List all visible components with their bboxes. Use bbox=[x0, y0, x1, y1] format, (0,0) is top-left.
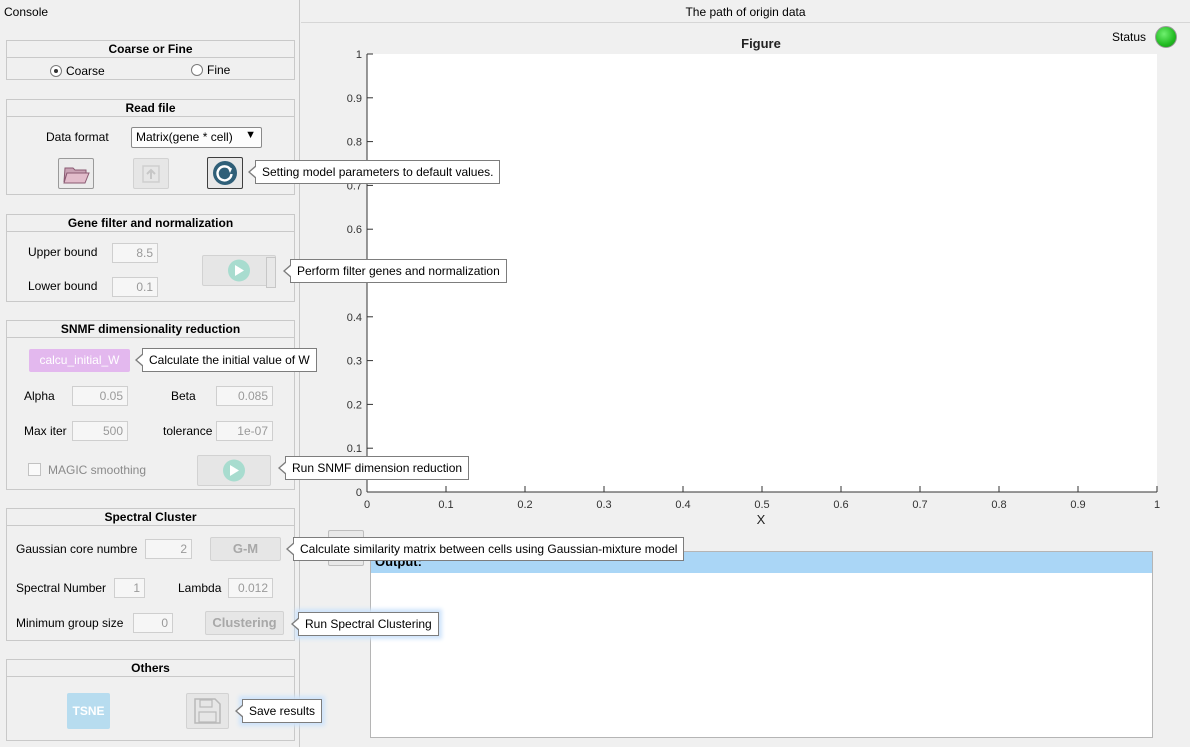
reset-defaults-tooltip: Setting model parameters to default valu… bbox=[247, 160, 501, 184]
x-tick-label: 0 bbox=[364, 499, 370, 511]
lambda-label: Lambda bbox=[178, 581, 222, 595]
gm-button[interactable]: G-M bbox=[210, 537, 281, 561]
console-title: Console bbox=[4, 5, 49, 19]
alpha-label: Alpha bbox=[24, 389, 55, 403]
gene-filter-title: Gene filter and normalization bbox=[7, 214, 294, 232]
calc-w-tooltip: Calculate the initial value of W bbox=[135, 348, 317, 372]
figure-title: Figure bbox=[741, 36, 781, 51]
spectral-number-input[interactable] bbox=[114, 578, 145, 598]
save-results-button[interactable] bbox=[186, 693, 229, 729]
spectral-cluster-group: Spectral Cluster Gaussian core numbre G-… bbox=[6, 508, 295, 641]
output-box[interactable]: Output: bbox=[370, 551, 1153, 738]
import-icon bbox=[142, 165, 160, 183]
console-panel: Console Coarse or Fine Coarse Fine Read … bbox=[0, 0, 300, 747]
max-iter-label: Max iter bbox=[24, 424, 67, 438]
x-axis-label: X bbox=[757, 512, 766, 527]
x-tick-label: 0.3 bbox=[596, 499, 611, 511]
save-results-tooltip: Save results bbox=[234, 699, 323, 723]
fine-radio[interactable] bbox=[191, 64, 203, 76]
lower-bound-label: Lower bound bbox=[28, 279, 98, 293]
coarse-fine-group: Coarse or Fine Coarse Fine bbox=[6, 40, 295, 80]
upper-bound-input[interactable] bbox=[112, 243, 158, 263]
y-tick-label: 0.3 bbox=[347, 356, 362, 368]
data-format-select[interactable]: Matrix(gene * cell) ▼ bbox=[131, 127, 262, 148]
snmf-title: SNMF dimensionality reduction bbox=[7, 320, 294, 338]
y-tick-label: 0.4 bbox=[347, 312, 362, 324]
data-format-value: Matrix(gene * cell) bbox=[136, 130, 233, 144]
magic-smoothing-checkbox[interactable] bbox=[28, 463, 41, 476]
reset-defaults-button[interactable] bbox=[207, 157, 243, 189]
y-tick-label: 0.1 bbox=[347, 443, 362, 455]
filter-button-edge bbox=[266, 257, 276, 288]
y-tick-label: 0.6 bbox=[347, 224, 362, 236]
clustering-tooltip: Run Spectral Clustering bbox=[291, 612, 439, 636]
run-filter-button[interactable] bbox=[202, 255, 276, 286]
max-iter-input[interactable] bbox=[72, 421, 128, 441]
spectral-cluster-title: Spectral Cluster bbox=[7, 508, 294, 526]
y-tick-label: 1 bbox=[356, 49, 362, 61]
x-tick-label: 0.9 bbox=[1070, 499, 1085, 511]
calcu-initial-w-button[interactable]: calcu_initial_W bbox=[29, 349, 130, 372]
chevron-down-icon: ▼ bbox=[245, 129, 256, 141]
reset-icon bbox=[213, 161, 237, 185]
lower-bound-input[interactable] bbox=[112, 277, 158, 297]
others-title: Others bbox=[7, 659, 294, 677]
data-format-label: Data format bbox=[46, 130, 109, 144]
import-button[interactable] bbox=[133, 158, 169, 189]
y-tick-label: 0.8 bbox=[347, 137, 362, 149]
read-file-title: Read file bbox=[7, 99, 294, 117]
x-tick-label: 0.6 bbox=[833, 499, 848, 511]
coarse-radio[interactable] bbox=[50, 65, 62, 77]
upper-bound-label: Upper bound bbox=[28, 245, 98, 259]
folder-open-icon bbox=[63, 167, 90, 184]
fine-label: Fine bbox=[207, 63, 231, 77]
y-tick-label: 0 bbox=[356, 487, 362, 499]
snmf-group: SNMF dimensionality reduction calcu_init… bbox=[6, 320, 295, 490]
tolerance-input[interactable] bbox=[216, 421, 273, 441]
tsne-button[interactable]: TSNE bbox=[67, 693, 110, 729]
alpha-input[interactable] bbox=[72, 386, 128, 406]
gene-filter-group: Gene filter and normalization Upper boun… bbox=[6, 214, 295, 302]
clustering-button[interactable]: Clustering bbox=[205, 611, 284, 635]
data-path-title: The path of origin data bbox=[685, 5, 806, 19]
y-tick-label: 0.2 bbox=[347, 399, 362, 411]
x-tick-label: 0.8 bbox=[991, 499, 1006, 511]
x-tick-label: 0.7 bbox=[912, 499, 927, 511]
run-snmf-tooltip: Run SNMF dimension reduction bbox=[277, 456, 470, 480]
lambda-input[interactable] bbox=[228, 578, 273, 598]
title-divider bbox=[301, 22, 1190, 23]
gm-tooltip: Calculate similarity matrix between cell… bbox=[285, 537, 685, 561]
play-icon bbox=[223, 459, 245, 482]
y-tick-label: 0.9 bbox=[347, 93, 362, 105]
read-file-group: Read file Data format Matrix(gene * cell… bbox=[6, 99, 295, 195]
minimum-group-input[interactable] bbox=[133, 613, 173, 633]
minimum-group-label: Minimum group size bbox=[16, 616, 124, 630]
x-tick-label: 0.4 bbox=[675, 499, 690, 511]
open-folder-button[interactable] bbox=[58, 158, 94, 189]
x-tick-label: 0.2 bbox=[517, 499, 532, 511]
spectral-number-label: Spectral Number bbox=[16, 581, 107, 595]
magic-smoothing-label: MAGIC smoothing bbox=[48, 463, 147, 477]
x-tick-label: 0.1 bbox=[438, 499, 453, 511]
gaussian-core-input[interactable] bbox=[145, 539, 192, 559]
x-tick-label: 0.5 bbox=[754, 499, 769, 511]
coarse-fine-title: Coarse or Fine bbox=[7, 40, 294, 58]
run-snmf-button[interactable] bbox=[197, 455, 271, 486]
gaussian-core-label: Gaussian core numbre bbox=[16, 542, 138, 556]
filter-tooltip: Perform filter genes and normalization bbox=[283, 259, 507, 283]
save-icon bbox=[194, 698, 221, 724]
beta-label: Beta bbox=[171, 389, 196, 403]
play-icon bbox=[228, 259, 250, 282]
tolerance-label: tolerance bbox=[163, 424, 213, 438]
beta-input[interactable] bbox=[216, 386, 273, 406]
coarse-label: Coarse bbox=[66, 64, 105, 78]
x-tick-label: 1 bbox=[1154, 499, 1160, 511]
